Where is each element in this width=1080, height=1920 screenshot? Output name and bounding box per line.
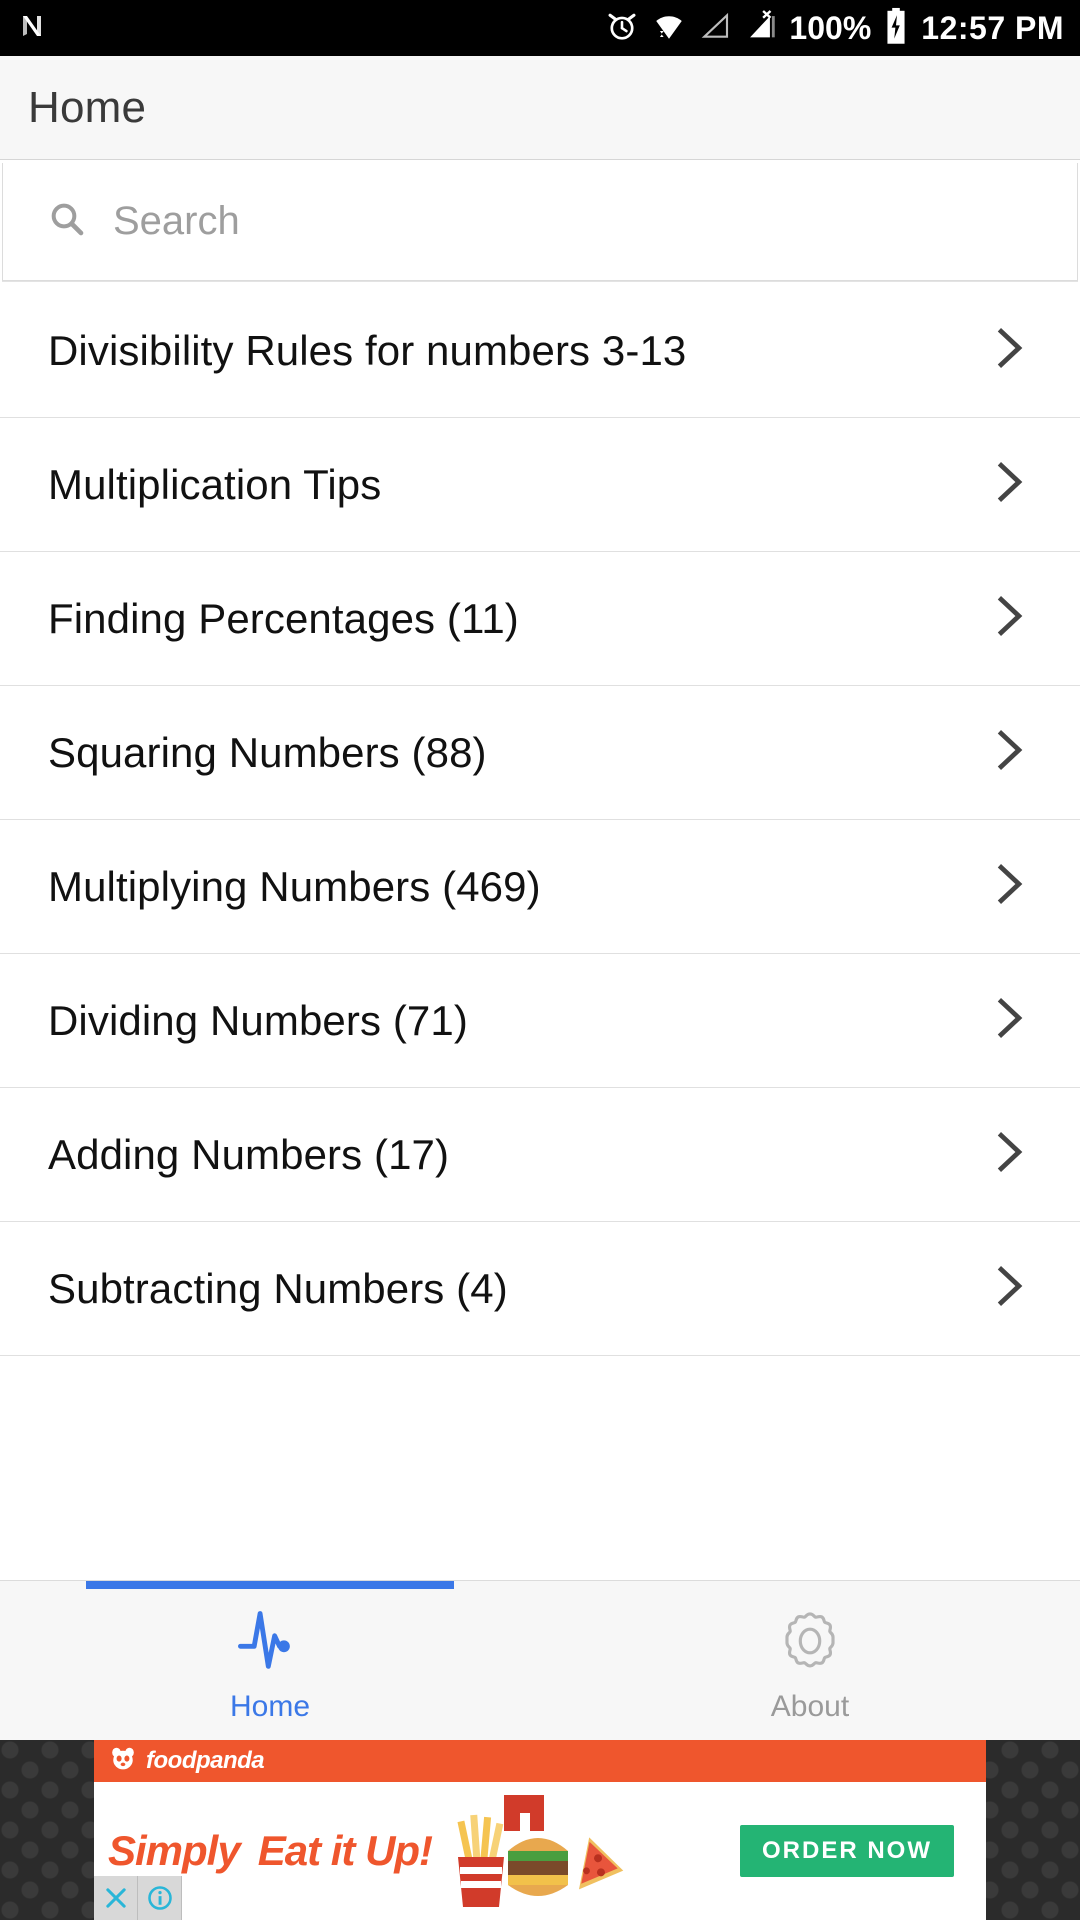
ad-brand-label: foodpanda <box>146 1747 265 1774</box>
search-area <box>0 160 1080 284</box>
ad-right-gutter <box>986 1740 1080 1920</box>
ad-headline: Simply Eat it Up! <box>108 1827 433 1875</box>
signal-empty-icon <box>699 9 731 48</box>
ad-close-button[interactable] <box>94 1876 138 1920</box>
list-item-label: Subtracting Numbers (4) <box>48 1264 508 1312</box>
gear-icon <box>772 1603 848 1684</box>
ad-info-button[interactable] <box>138 1876 182 1920</box>
ad-headline-part1: Simply <box>108 1827 241 1874</box>
chevron-right-icon <box>982 723 1036 782</box>
ad-header: foodpanda <box>94 1740 986 1782</box>
ad-food-illustration <box>446 1791 626 1911</box>
ad-banner[interactable]: foodpanda Simply Eat it Up! ORDER NOW <box>0 1740 1080 1920</box>
panda-icon <box>110 1746 136 1777</box>
search-icon <box>47 199 87 244</box>
ad-left-gutter <box>0 1740 94 1920</box>
list-item-label: Finding Percentages (11) <box>48 594 519 642</box>
wifi-icon <box>651 9 687 48</box>
list-item-label: Squaring Numbers (88) <box>48 728 487 776</box>
chevron-right-icon <box>982 589 1036 648</box>
battery-percent-label: 100% <box>789 10 872 46</box>
app-screen: 100% 12:57 PM Home Search Divisibility R… <box>0 0 1080 1920</box>
list-item-label: Multiplying Numbers (469) <box>48 862 541 910</box>
close-icon <box>105 1888 126 1908</box>
ad-headline-part2: Eat it Up! <box>257 1827 433 1874</box>
list-item[interactable]: Multiplying Numbers (469) <box>0 820 1080 954</box>
bottom-navigation: Home About <box>0 1580 1080 1740</box>
list-item[interactable]: Subtracting Numbers (4) <box>0 1222 1080 1356</box>
signal-no-service-icon <box>743 9 777 48</box>
ad-controls <box>94 1876 182 1920</box>
ad-body[interactable]: Simply Eat it Up! ORDER NOW <box>94 1782 986 1920</box>
chevron-right-icon <box>982 1125 1036 1184</box>
list-item[interactable]: Adding Numbers (17) <box>0 1088 1080 1222</box>
chevron-right-icon <box>982 455 1036 514</box>
list-item[interactable]: Dividing Numbers (71) <box>0 954 1080 1088</box>
chevron-right-icon <box>982 1259 1036 1318</box>
list-item-label: Multiplication Tips <box>48 460 382 508</box>
chevron-right-icon <box>982 991 1036 1050</box>
tab-home[interactable]: Home <box>0 1581 540 1740</box>
chevron-right-icon <box>982 321 1036 380</box>
search-input[interactable] <box>113 199 1033 244</box>
tab-about[interactable]: About <box>540 1581 1080 1740</box>
tab-about-label: About <box>770 1690 850 1723</box>
list-item[interactable]: Divisibility Rules for numbers 3-13 <box>0 284 1080 418</box>
app-bar: Home <box>0 56 1080 160</box>
status-bar-right: 100% 12:57 PM <box>605 7 1064 50</box>
list-item-label: Divisibility Rules for numbers 3-13 <box>48 326 687 374</box>
list-item[interactable]: Finding Percentages (11) <box>0 552 1080 686</box>
battery-charging-icon <box>883 7 909 50</box>
pulse-heartbeat-icon <box>232 1603 308 1684</box>
list-item[interactable]: Multiplication Tips <box>0 418 1080 552</box>
list-item[interactable]: Squaring Numbers (88) <box>0 686 1080 820</box>
chevron-right-icon <box>982 857 1036 916</box>
ad-content[interactable]: foodpanda Simply Eat it Up! ORDER NOW <box>94 1740 986 1920</box>
active-tab-indicator <box>86 1581 454 1589</box>
search-bar[interactable] <box>2 163 1078 281</box>
android-nougat-logo-icon <box>16 10 48 47</box>
status-bar-left <box>16 10 48 47</box>
alarm-icon <box>605 9 639 48</box>
ad-cta-button[interactable]: ORDER NOW <box>740 1825 954 1877</box>
list-item-label: Adding Numbers (17) <box>48 1130 450 1178</box>
tab-home-label: Home <box>229 1690 311 1723</box>
status-bar: 100% 12:57 PM <box>0 0 1080 56</box>
clock-label: 12:57 PM <box>921 10 1064 46</box>
page-title: Home <box>28 82 147 132</box>
info-icon <box>147 1886 172 1910</box>
list-item-label: Dividing Numbers (71) <box>48 996 468 1044</box>
